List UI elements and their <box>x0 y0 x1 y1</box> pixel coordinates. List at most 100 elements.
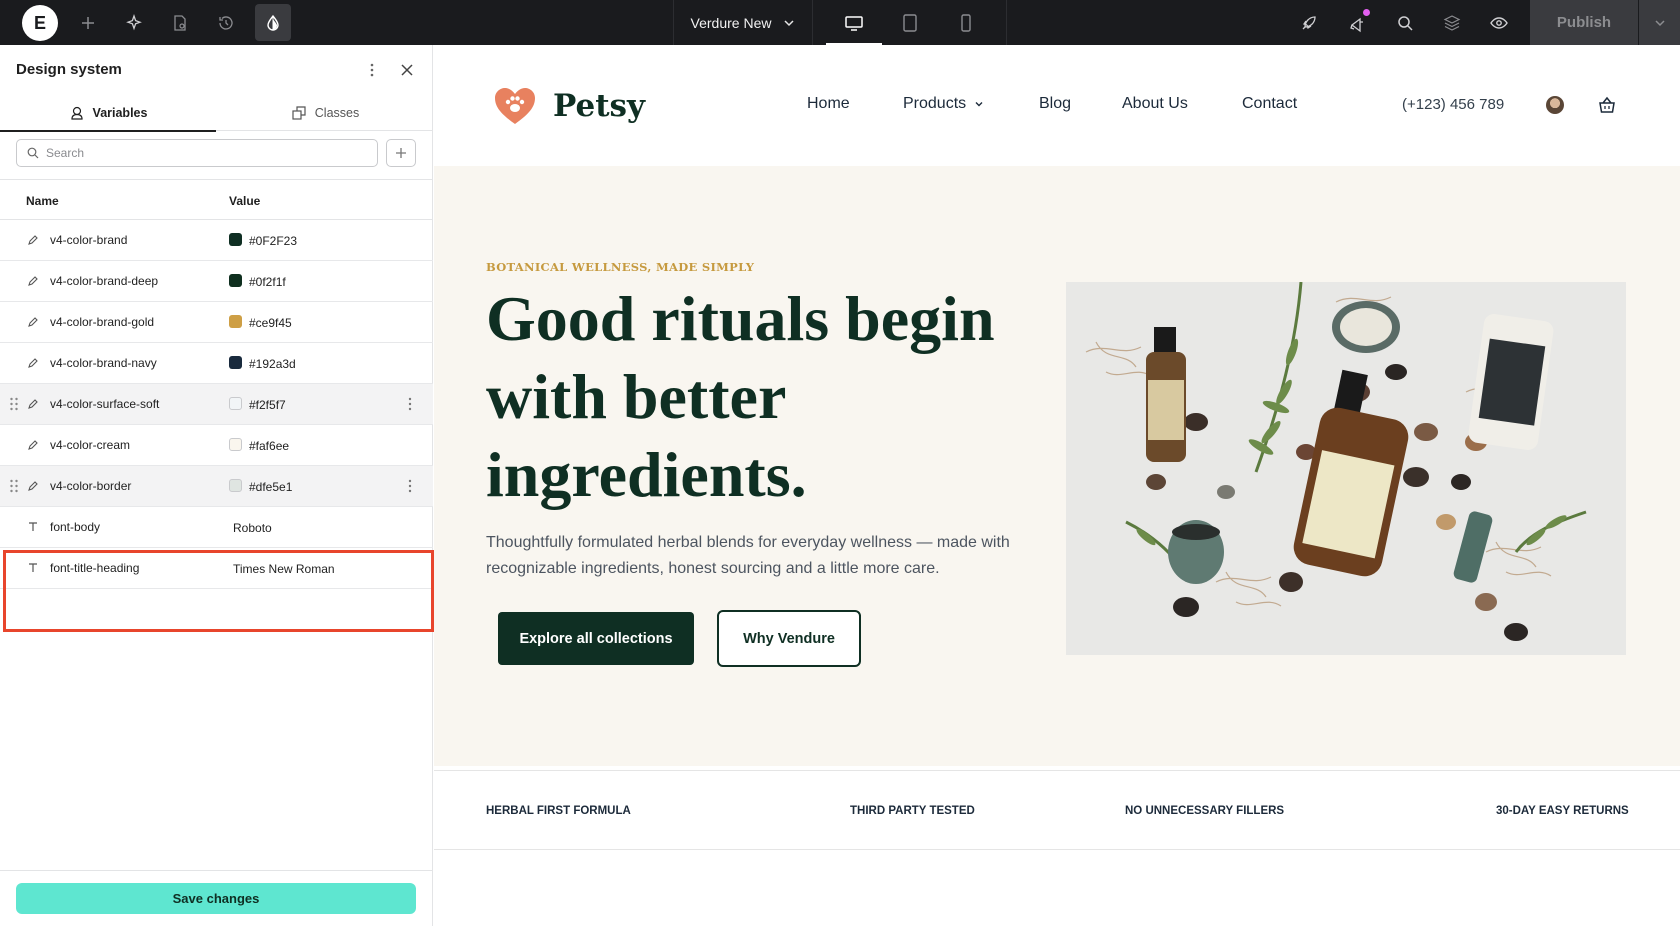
variable-row[interactable]: font-title-heading Times New Roman <box>0 548 433 589</box>
search-icon[interactable] <box>1383 0 1427 45</box>
page-settings-icon[interactable] <box>158 0 202 45</box>
mobile-icon[interactable] <box>938 0 994 45</box>
elementor-logo-icon[interactable]: E <box>22 5 58 41</box>
variables-table-header: Name Value <box>0 179 433 220</box>
add-icon[interactable] <box>66 0 110 45</box>
column-header-value: Value <box>229 194 261 208</box>
account-avatar-icon[interactable] <box>1546 96 1564 114</box>
tab-variables[interactable]: Variables <box>0 95 216 132</box>
feature-item: NO UNNECESSARY FILLERS <box>1125 805 1285 817</box>
panel-title: Design system <box>16 61 122 78</box>
variable-row[interactable]: v4-color-cream #faf6ee <box>0 425 433 466</box>
drag-handle-icon[interactable] <box>9 397 19 411</box>
launch-icon[interactable] <box>1287 0 1331 45</box>
nav-item-about-us[interactable]: About Us <box>1122 95 1188 113</box>
variable-row[interactable]: v4-color-border #dfe5e1 <box>0 466 433 507</box>
font-variable-icon <box>26 520 40 534</box>
variable-value: #0f2f1f <box>249 275 286 289</box>
variables-icon <box>70 106 83 120</box>
hero-subtitle: Thoughtfully formulated herbal blends fo… <box>486 534 1010 577</box>
nav-item-contact[interactable]: Contact <box>1242 95 1297 113</box>
variable-row[interactable]: v4-color-brand-deep #0f2f1f <box>0 261 433 302</box>
history-icon[interactable] <box>204 0 248 45</box>
panel-tabs: Variables Classes <box>0 95 433 132</box>
product-photo <box>1066 282 1626 655</box>
column-header-name: Name <box>26 194 59 208</box>
variable-name: v4-color-brand-navy <box>50 356 157 370</box>
hero-product-image <box>1066 282 1626 655</box>
variable-value: #dfe5e1 <box>249 480 293 494</box>
basket-icon[interactable] <box>1597 95 1617 115</box>
feature-item: 30-DAY EASY RETURNS <box>1496 805 1629 817</box>
color-variable-icon <box>26 315 40 329</box>
variable-name: v4-color-cream <box>50 438 131 452</box>
tab-label: Classes <box>314 106 360 120</box>
search-icon <box>27 147 39 159</box>
color-swatch <box>229 274 242 287</box>
color-swatch <box>229 479 242 492</box>
variable-row[interactable]: font-body Roboto <box>0 507 433 548</box>
variable-value: #192a3d <box>249 357 296 371</box>
variable-row[interactable]: v4-color-brand #0F2F23 <box>0 220 433 261</box>
why-vendure-button[interactable]: Why Vendure <box>717 610 861 667</box>
whats-new-icon[interactable] <box>1336 0 1380 45</box>
color-swatch <box>229 356 242 369</box>
variable-row[interactable]: v4-color-brand-navy #192a3d <box>0 343 433 384</box>
color-swatch <box>229 438 242 451</box>
more-options-icon[interactable] <box>362 59 382 81</box>
add-variable-button[interactable] <box>386 139 416 167</box>
row-menu-icon[interactable] <box>404 478 416 494</box>
variable-row[interactable]: v4-color-brand-gold #ce9f45 <box>0 302 433 343</box>
publish-options-button[interactable] <box>1639 0 1680 45</box>
row-menu-icon[interactable] <box>404 396 416 412</box>
chevron-down-icon <box>784 19 794 26</box>
editor-top-bar: E Verdure New Publish <box>0 0 1680 45</box>
paw-heart-logo-icon <box>495 88 535 124</box>
nav-item-products[interactable]: Products <box>903 95 984 113</box>
variable-row[interactable]: v4-color-surface-soft #f2f5f7 <box>0 384 433 425</box>
hero-section: BOTANICAL WELLNESS, MADE SIMPLY Good rit… <box>434 166 1680 766</box>
phone-number[interactable]: (+123) 456 789 <box>1402 96 1504 113</box>
color-swatch <box>229 397 242 410</box>
color-swatch <box>229 233 242 246</box>
feature-item: HERBAL FIRST FORMULA <box>486 805 631 817</box>
ai-sparkle-icon[interactable] <box>112 0 156 45</box>
features-strip: HERBAL FIRST FORMULA THIRD PARTY TESTED … <box>434 770 1680 850</box>
nav-item-blog[interactable]: Blog <box>1039 95 1071 113</box>
publish-button[interactable]: Publish <box>1530 0 1638 45</box>
drag-handle-icon[interactable] <box>9 479 19 493</box>
variable-name: v4-color-surface-soft <box>50 397 160 411</box>
chevron-down-icon <box>1654 19 1665 26</box>
design-system-icon[interactable] <box>255 4 291 41</box>
tab-classes[interactable]: Classes <box>217 95 433 131</box>
nav-label: Products <box>903 95 967 112</box>
search-input[interactable] <box>46 146 346 160</box>
site-selector[interactable]: Verdure New <box>673 0 813 45</box>
close-icon[interactable] <box>396 59 418 81</box>
toolbar-divider <box>1006 0 1007 45</box>
variable-name: font-title-heading <box>50 561 140 575</box>
site-name: Verdure New <box>690 14 772 31</box>
variable-name: v4-color-brand-deep <box>50 274 159 288</box>
desktop-icon[interactable] <box>826 0 882 45</box>
nav-item-home[interactable]: Home <box>807 95 850 113</box>
variable-name: v4-color-border <box>50 479 132 493</box>
classes-icon <box>292 106 306 120</box>
tab-label: Variables <box>92 106 148 120</box>
variable-name: v4-color-brand <box>50 233 128 247</box>
explore-collections-button[interactable]: Explore all collections <box>498 612 694 665</box>
variable-value: Times New Roman <box>233 562 335 576</box>
structure-icon[interactable] <box>1430 0 1474 45</box>
variable-value: #0F2F23 <box>249 234 298 248</box>
site-logo[interactable]: Petsy <box>493 86 645 126</box>
search-field[interactable] <box>16 139 378 167</box>
variable-value: #f2f5f7 <box>249 398 286 412</box>
variable-value: #ce9f45 <box>249 316 292 330</box>
site-header: Petsy Home Products Blog About Us Contac… <box>434 45 1680 166</box>
preview-icon[interactable] <box>1477 0 1521 45</box>
tablet-icon[interactable] <box>882 0 938 45</box>
save-changes-button[interactable]: Save changes <box>16 883 416 914</box>
color-variable-icon <box>26 479 40 493</box>
design-system-panel: Design system Variables Classes Name Val… <box>0 45 434 926</box>
color-variable-icon <box>26 438 40 452</box>
